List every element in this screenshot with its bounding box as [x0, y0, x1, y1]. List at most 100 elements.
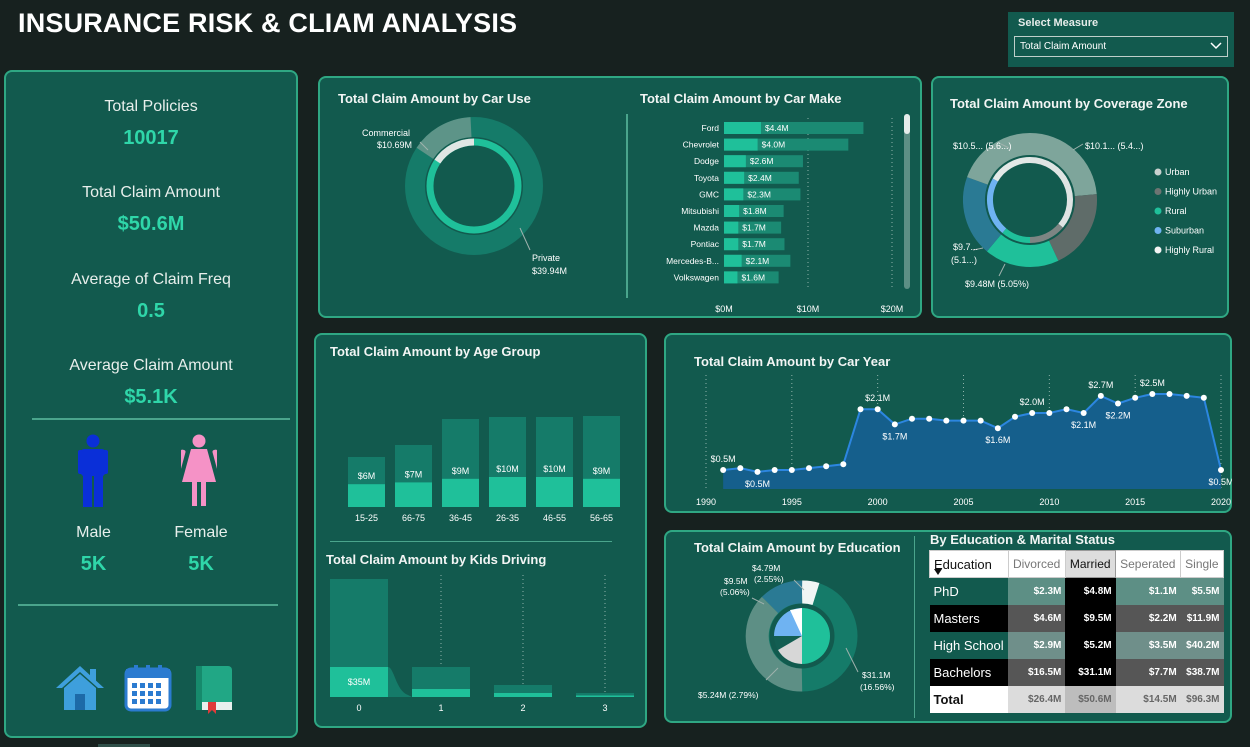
table-cell: $2.9M	[1008, 631, 1066, 659]
avg-claim-amount-label: Average Claim Amount	[69, 357, 233, 374]
coverage-leader	[1072, 143, 1084, 151]
table-row: Bachelors $16.5M $31.1M $7.7M $38.7M	[929, 658, 1224, 686]
car-use-label-private: Private	[532, 253, 560, 263]
measure-dropdown[interactable]: Total Claim Amount	[1014, 36, 1228, 57]
car-year-data-label: $0.5M	[711, 454, 736, 464]
car-make-value: $2.4M	[748, 173, 772, 183]
coverage-label: $9.7...	[953, 242, 978, 252]
age-group-bar	[583, 478, 620, 507]
education-label-1b: (2.55%)	[754, 574, 784, 584]
coverage-zone-panel: Total Claim Amount by Coverage Zone $10.…	[931, 76, 1229, 318]
car-year-point	[720, 467, 727, 473]
table-cell: $2.3M	[1008, 577, 1066, 605]
car-make-bar	[724, 238, 739, 251]
table-cell: $11.9M	[1180, 604, 1224, 632]
car-year-point	[1080, 410, 1087, 416]
col-seperated[interactable]: Seperated	[1115, 550, 1182, 578]
col-education[interactable]: Education	[929, 550, 1009, 578]
age-group-label: 15-25	[355, 513, 378, 523]
kids-bar	[576, 695, 634, 697]
coverage-label: $9.48M (5.05%)	[965, 279, 1029, 289]
car-make-label: Mitsubishi	[681, 206, 719, 216]
car-use-make-panel: Total Claim Amount by Car Use Commercial…	[318, 76, 922, 318]
car-year-point	[977, 417, 984, 424]
calendar-icon[interactable]	[124, 664, 172, 712]
table-cell: $40.2M	[1180, 631, 1224, 659]
col-married[interactable]: Married	[1064, 550, 1117, 578]
car-year-point	[857, 406, 864, 413]
car-year-data-label: $2.0M	[1020, 397, 1045, 407]
education-label-4b: (16.56%)	[860, 682, 895, 692]
car-year-point	[909, 415, 915, 422]
car-year-point	[737, 465, 744, 472]
car-year-point	[960, 417, 967, 424]
table-total-cell: $50.6M	[1065, 685, 1116, 713]
age-group-bar	[395, 482, 432, 507]
car-make-value: $1.8M	[743, 206, 767, 216]
kids-bar-connector	[388, 667, 412, 697]
kids-driving-chart: $35M 0 1 2 3	[330, 575, 634, 713]
car-year-point	[1149, 391, 1156, 397]
car-make-value: $1.6M	[741, 272, 765, 282]
table-row: Masters $4.6M $9.5M $2.2M $11.9M	[929, 604, 1224, 632]
table-total-cell: $26.4M	[1008, 685, 1066, 713]
coverage-label: $10.5... (5.6...)	[953, 141, 1012, 151]
avg-claim-amount-value: $5.1K	[124, 386, 178, 408]
car-make-value: $1.7M	[742, 239, 766, 249]
col-divorced[interactable]: Divorced	[1007, 550, 1066, 578]
car-use-value-commercial: $10.69M	[377, 140, 412, 150]
car-year-area	[723, 394, 1221, 489]
book-icon[interactable]	[192, 664, 236, 716]
table-total-cell: $96.3M	[1180, 685, 1224, 713]
car-make-chart: $0M $10M $20M Ford $4.4M Chevrolet $4.0M Dodge $…	[666, 118, 903, 314]
car-year-xtick: 1995	[782, 497, 802, 507]
measure-slicer: Select Measure Total Claim Amount	[1008, 12, 1234, 67]
coverage-legend-label: Highly Urban	[1165, 187, 1217, 197]
kids-label: 1	[438, 703, 443, 713]
table-row-label: Bachelors	[929, 658, 1009, 686]
table-header-row: Education Divorced Married Seperated Sin…	[929, 550, 1224, 578]
female-icon	[181, 434, 217, 506]
car-make-label: Toyota	[694, 173, 719, 183]
home-icon[interactable]	[54, 664, 106, 712]
car-year-point	[874, 406, 881, 413]
age-group-value: $6M	[358, 471, 376, 481]
car-year-point	[1097, 392, 1104, 399]
education-label-4: $31.1M	[862, 670, 890, 680]
car-year-point	[1115, 400, 1121, 407]
car-make-xtick: $0M	[715, 304, 733, 314]
age-group-bar	[348, 484, 385, 507]
car-year-xtick: 2000	[868, 497, 888, 507]
marital-table-title: By Education & Marital Status	[930, 532, 1115, 547]
coverage-legend-marker	[1154, 188, 1162, 195]
age-kids-panel: Total Claim Amount by Age Group $6M 15-25…	[314, 333, 647, 728]
table-cell: $5.5M	[1180, 577, 1224, 605]
car-make-bar	[724, 171, 745, 184]
age-group-label: 66-75	[402, 513, 425, 523]
table-cell: $5.2M	[1065, 631, 1116, 659]
car-make-value: $4.4M	[765, 123, 789, 133]
car-year-data-label: $0.5M	[1208, 477, 1232, 487]
car-year-point	[1029, 410, 1036, 416]
age-group-value: $9M	[593, 466, 611, 476]
coverage-legend-label: Suburban	[1165, 226, 1204, 236]
table-cell: $4.8M	[1065, 577, 1116, 605]
col-single[interactable]: Single	[1180, 550, 1224, 578]
age-group-bar	[536, 477, 573, 507]
table-row: PhD $2.3M $4.8M $1.1M $5.5M	[929, 577, 1224, 605]
car-make-scrollbar[interactable]	[904, 114, 910, 289]
table-total-row: Total $26.4M $50.6M $14.5M $96.3M	[929, 685, 1224, 713]
coverage-label: (5.1...)	[951, 255, 977, 265]
kids-label: 2	[520, 703, 525, 713]
table-cell: $38.7M	[1180, 658, 1224, 686]
table-cell: $31.1M	[1065, 658, 1116, 686]
car-use-donut: Commercial $10.69M Private $39.94M	[362, 117, 567, 276]
car-year-point	[1063, 406, 1070, 413]
table-row-label: High School	[929, 631, 1009, 659]
car-make-label: Ford	[702, 123, 720, 133]
sort-arrow-icon	[934, 569, 942, 575]
car-year-point	[771, 467, 778, 473]
coverage-ring-slice	[986, 234, 1059, 267]
car-year-point	[1046, 410, 1053, 416]
car-make-scroll-thumb[interactable]	[904, 114, 910, 134]
